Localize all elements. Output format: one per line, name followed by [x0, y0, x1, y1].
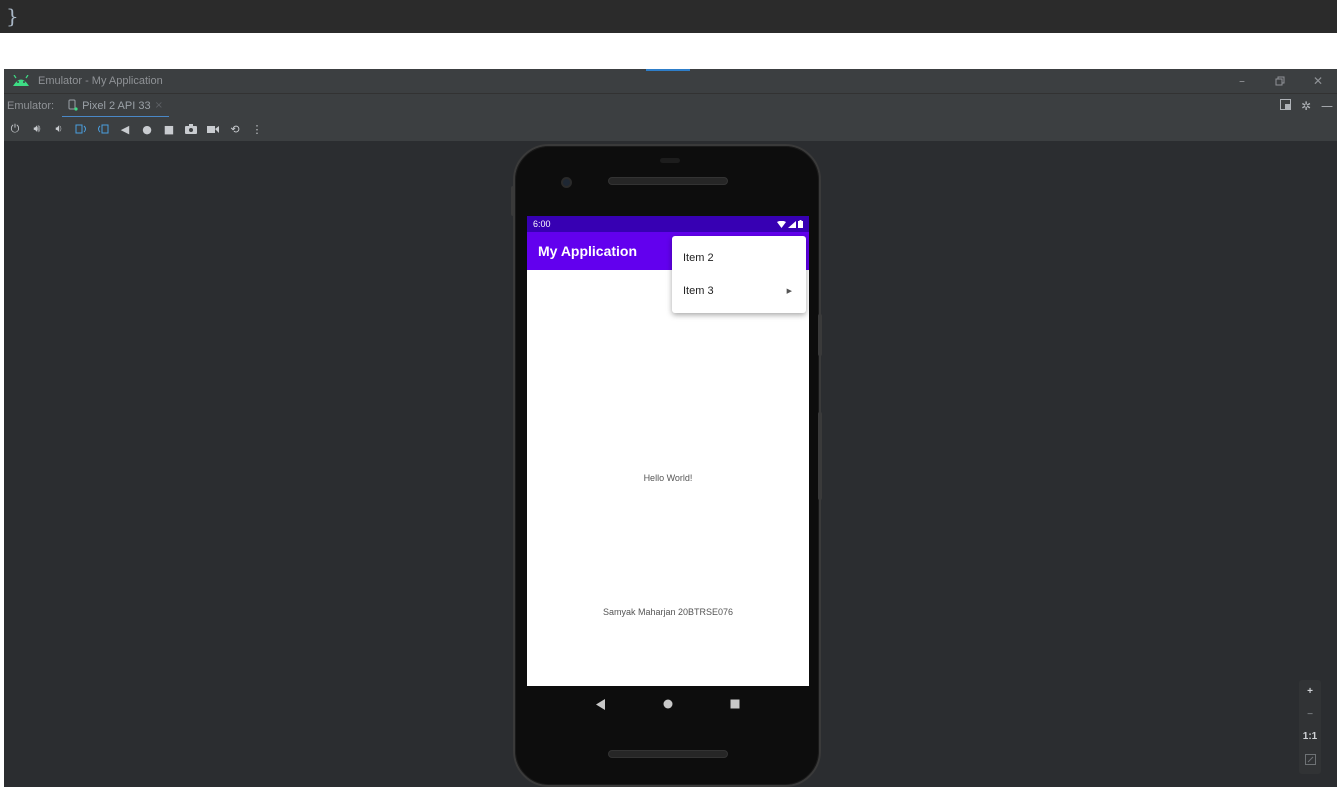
front-camera-icon — [561, 177, 572, 188]
tab-label: Pixel 2 API 33 — [82, 99, 151, 112]
layout-icon[interactable] — [1279, 99, 1291, 113]
signal-icon — [788, 220, 796, 228]
window-title: Emulator - My Application — [38, 75, 163, 87]
menu-item-2[interactable]: Item 2 — [672, 241, 806, 274]
zoom-fit-icon[interactable] — [1304, 754, 1316, 768]
battery-icon — [798, 220, 803, 228]
menu-item-label: Item 3 — [683, 284, 714, 297]
app-title: My Application — [538, 243, 638, 259]
overview-icon[interactable]: ■ — [162, 121, 176, 137]
hello-text: Hello World! — [643, 473, 693, 483]
code-brace: } — [6, 4, 19, 28]
nav-back-icon[interactable] — [589, 692, 613, 716]
wifi-icon — [777, 220, 786, 228]
gear-icon[interactable]: ✲ — [1301, 99, 1311, 113]
hide-icon[interactable]: — — [1321, 99, 1333, 113]
android-icon — [12, 74, 30, 88]
close-icon[interactable]: ✕ — [1299, 69, 1337, 93]
screenshot-icon[interactable] — [184, 121, 198, 137]
zoom-controls: + − 1:1 — [1299, 680, 1321, 774]
emulator-stage: 6:00 My Application Hello World! Samyak … — [4, 141, 1337, 787]
menu-item-3[interactable]: Item 3 ▶ — [672, 274, 806, 307]
left-side-button — [511, 186, 515, 216]
back-icon[interactable]: ◀ — [118, 121, 132, 137]
nav-home-icon[interactable] — [656, 692, 680, 716]
emulator-label: Emulator: — [7, 99, 55, 112]
proximity-sensor — [660, 158, 680, 163]
screenrecord-icon[interactable] — [206, 121, 220, 137]
bottom-speaker — [608, 750, 728, 758]
tab-pixel-2-api-33[interactable]: Pixel 2 API 33 × — [62, 94, 169, 118]
tab-bar: Emulator: Pixel 2 API 33 × ✲ — — [4, 93, 1337, 118]
zoom-actual-size-button[interactable]: 1:1 — [1303, 731, 1317, 742]
restore-icon[interactable] — [1261, 69, 1299, 93]
home-icon[interactable]: ● — [140, 121, 154, 137]
title-bar: Emulator - My Application – ✕ — [4, 69, 1337, 93]
minimize-icon[interactable]: – — [1223, 69, 1261, 93]
device-icon — [68, 96, 78, 115]
emulator-window: Emulator - My Application – ✕ Emulator: … — [4, 69, 1337, 787]
rotate-right-icon[interactable] — [96, 121, 110, 137]
zoom-in-button[interactable]: + — [1307, 686, 1313, 697]
power-side-button[interactable] — [818, 314, 822, 356]
navigation-bar — [527, 686, 809, 722]
overflow-menu: Item 2 Item 3 ▶ — [672, 236, 806, 313]
name-text: Samyak Maharjan 20BTRSE076 — [602, 607, 734, 617]
volume-down-icon[interactable]: 🔉︎ — [52, 121, 66, 137]
earpiece-speaker — [608, 177, 728, 185]
window-controls: – ✕ — [1223, 69, 1337, 93]
snapshot-icon[interactable]: ⟲ — [228, 121, 242, 137]
phone-frame: 6:00 My Application Hello World! Samyak … — [511, 144, 822, 787]
tab-close-icon[interactable]: × — [155, 100, 163, 111]
zoom-out-button[interactable]: − — [1307, 709, 1313, 720]
more-icon[interactable]: ⋮ — [250, 121, 264, 137]
title-accent-line — [646, 69, 690, 71]
power-icon[interactable]: ⏻ — [8, 121, 22, 137]
volume-side-button[interactable] — [818, 412, 822, 500]
code-editor-strip: } — [0, 0, 1337, 33]
nav-overview-icon[interactable] — [723, 692, 747, 716]
status-icons — [777, 220, 803, 228]
emulator-toolbar: ⏻ 🔊︎ 🔉︎ ◀ ● ■ ⟲ ⋮ — [4, 117, 1337, 141]
device-screen[interactable]: 6:00 My Application Hello World! Samyak … — [527, 216, 809, 686]
rotate-left-icon[interactable] — [74, 121, 88, 137]
status-time: 6:00 — [533, 219, 551, 229]
status-bar: 6:00 — [527, 216, 809, 232]
menu-item-label: Item 2 — [683, 251, 714, 264]
volume-up-icon[interactable]: 🔊︎ — [30, 121, 44, 137]
tab-bar-actions: ✲ — — [1279, 94, 1333, 118]
submenu-arrow-icon: ▶ — [786, 286, 792, 295]
